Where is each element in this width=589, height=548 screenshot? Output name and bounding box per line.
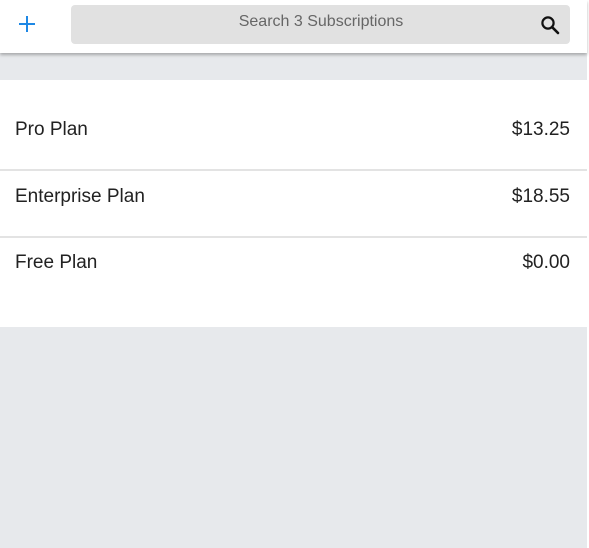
subscription-name: Pro Plan	[15, 119, 88, 140]
subscription-name: Free Plan	[15, 252, 98, 273]
list-item[interactable]: Enterprise Plan $18.55	[0, 164, 587, 230]
search-icon-button[interactable]	[539, 14, 561, 36]
list-item[interactable]: Free Plan $0.00	[0, 230, 587, 296]
subscription-price: $13.25	[511, 119, 570, 140]
subscription-price: $0.00	[522, 252, 570, 273]
subscription-name: Enterprise Plan	[15, 186, 145, 207]
top-bar	[0, 0, 587, 53]
subscription-list: Pro Plan $13.25 Enterprise Plan $18.55 F…	[0, 80, 587, 327]
search-icon	[541, 16, 560, 35]
subscriptions-panel: Pro Plan $13.25 Enterprise Plan $18.55 F…	[0, 0, 587, 548]
search-input[interactable]	[91, 5, 551, 38]
add-subscription-button[interactable]	[9, 6, 45, 42]
subscription-price: $18.55	[511, 186, 570, 207]
list-item[interactable]: Pro Plan $13.25	[0, 97, 587, 163]
search-box	[71, 5, 570, 44]
plus-icon	[19, 16, 35, 32]
app-viewport: Pro Plan $13.25 Enterprise Plan $18.55 F…	[0, 0, 589, 548]
